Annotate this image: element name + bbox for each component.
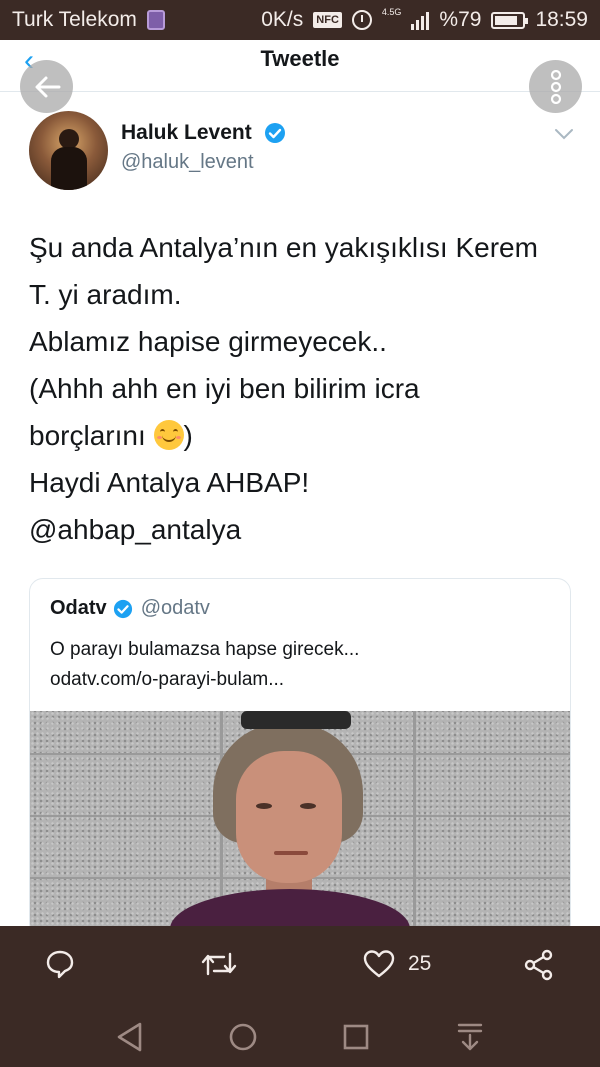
speech-bubble-icon (46, 950, 74, 979)
sim-icon (146, 10, 165, 30)
more-options-button[interactable] (529, 60, 582, 113)
vertical-dots-icon (550, 69, 561, 104)
quoted-tweet-header: Odatv @odatv (50, 597, 210, 620)
tweet-line-text-end: ) (183, 420, 193, 451)
tweet-action-bar: 25 (0, 926, 600, 1007)
quoted-author-handle: @odatv (140, 597, 210, 619)
tweet-line: Haydi Antalya AHBAP! (29, 467, 310, 498)
pull-down-icon[interactable] (456, 1021, 484, 1053)
alarm-icon (351, 10, 372, 30)
heart-icon (363, 950, 395, 978)
page-title: Tweetle (260, 46, 340, 71)
like-count: 25 (408, 952, 432, 975)
verified-badge-icon (264, 123, 285, 144)
tweet-line: (Ahhh ahh en iyi ben bilirim icra (29, 373, 420, 404)
quoted-tweet-photo[interactable] (30, 711, 570, 937)
author-name: Haluk Levent (121, 121, 252, 144)
quoted-tweet-card[interactable]: Odatv @odatv O parayı bulamazsa hapse gi… (29, 578, 571, 938)
share-icon (524, 949, 553, 981)
arrow-left-icon (35, 76, 60, 97)
battery-percent: %79 (439, 8, 482, 31)
verified-badge-icon (113, 599, 132, 618)
author-handle[interactable]: @haluk_levent (121, 151, 254, 174)
nfc-icon: NFC (313, 12, 342, 28)
circle-home-icon[interactable] (227, 1021, 259, 1053)
like-button[interactable]: 25 (362, 948, 431, 980)
back-button[interactable] (20, 60, 73, 113)
carrier-name: Turk Telekom (12, 8, 137, 31)
quoted-author-name: Odatv (50, 597, 107, 619)
retweet-button[interactable] (200, 948, 238, 980)
network-speed: 0K/s (261, 8, 304, 31)
quoted-tweet-text: O parayı bulamazsa hapse girecek... odat… (50, 635, 359, 695)
tweet-line: T. yi aradım. (29, 279, 182, 310)
tweet-text: Şu anda Antalya’nın en yakışıklısı Kerem… (29, 224, 574, 553)
tweet-line: Ablamız hapise girmeyecek.. (29, 326, 387, 357)
app-header: ‹ Tweetle (0, 40, 600, 92)
author-name-row[interactable]: Haluk Levent (121, 121, 286, 145)
triangle-back-icon[interactable] (115, 1021, 145, 1053)
clock: 18:59 (535, 8, 588, 31)
avatar[interactable] (29, 111, 108, 190)
mention-link[interactable]: @ahbap_antalya (29, 506, 574, 553)
status-bar: Turk Telekom 0K/s NFC 4.5G %79 18:59 (0, 0, 600, 40)
tweet-line: Şu anda Antalya’nın en yakışıklısı Kerem (29, 232, 538, 263)
tweet-line-emoji: borçlarını ) (29, 412, 574, 459)
share-button[interactable] (522, 948, 556, 982)
network-type: 4.5G (381, 7, 402, 17)
quoted-tweet-link[interactable]: odatv.com/o-parayi-bulam... (50, 665, 359, 695)
square-recent-icon[interactable] (341, 1021, 371, 1053)
smiling-face-emoji-icon (153, 420, 184, 450)
signal-icon (411, 10, 430, 30)
reply-button[interactable] (44, 948, 76, 980)
chevron-down-icon[interactable] (554, 127, 574, 141)
retweet-icon (201, 952, 237, 976)
quoted-tweet-body: O parayı bulamazsa hapse girecek... (50, 639, 360, 660)
tweet-line-text: borçlarını (29, 420, 146, 451)
system-navigation-bar (0, 1007, 600, 1067)
battery-icon (491, 11, 529, 29)
